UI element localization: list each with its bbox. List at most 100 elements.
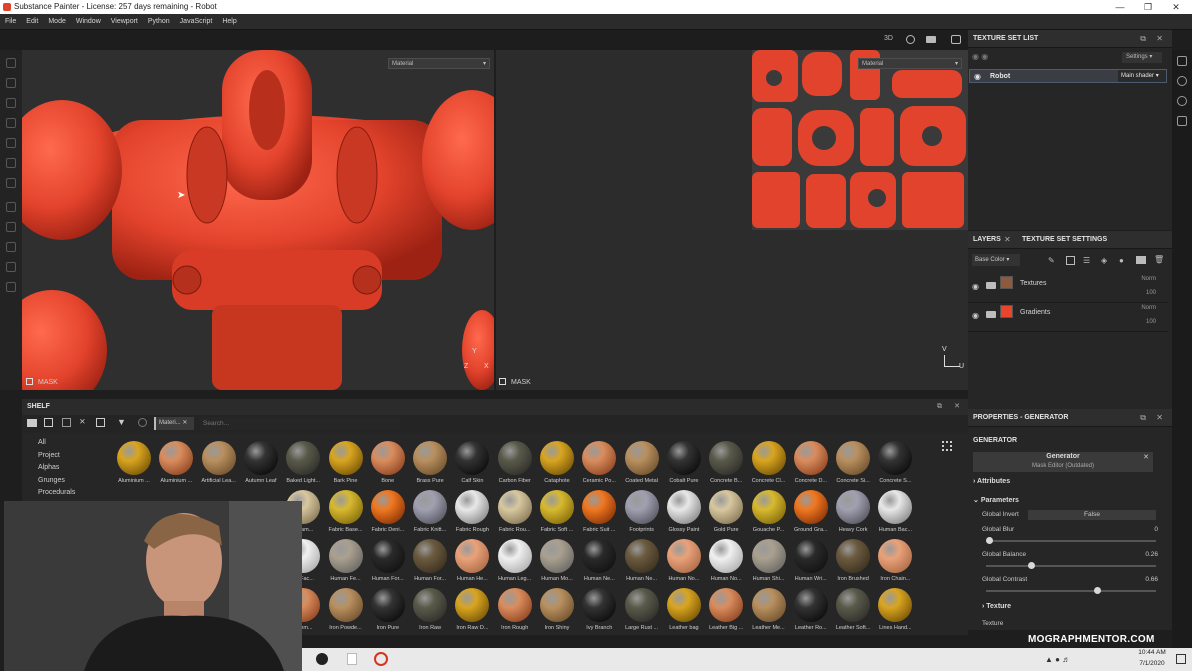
folder-icon[interactable]: [27, 419, 37, 427]
material-item[interactable]: Human No...: [706, 539, 746, 585]
minimize-icon[interactable]: —: [1106, 0, 1134, 14]
material-item[interactable]: Iron Raw D...: [452, 588, 492, 634]
menu-edit[interactable]: Edit: [21, 14, 43, 30]
generator-selector[interactable]: Generator Mask Editor (Outdated) ✕: [973, 452, 1153, 472]
global-blur-slider[interactable]: [986, 537, 1156, 544]
log-icon[interactable]: [1177, 116, 1187, 126]
material-item[interactable]: Human Wri...: [791, 539, 831, 585]
close-tab-icon[interactable]: ✕: [1004, 231, 1011, 249]
material-item[interactable]: Glossy Paint: [664, 490, 704, 536]
layer-opacity[interactable]: 100: [1146, 319, 1156, 325]
viewport2d-mask-toggle[interactable]: MASK: [499, 378, 531, 387]
material-item[interactable]: Brass Pure: [410, 441, 450, 487]
category-grunges[interactable]: Grunges: [32, 475, 108, 488]
material-item[interactable]: Leather bag: [664, 588, 704, 634]
material-item[interactable]: Human Mo...: [537, 539, 577, 585]
viewport3d-mask-toggle[interactable]: MASK: [26, 378, 58, 387]
bake-icon[interactable]: [6, 242, 16, 252]
material-item[interactable]: Iron Powde...: [326, 588, 366, 634]
material-item[interactable]: Fabric Rough: [452, 490, 492, 536]
eraser-icon[interactable]: [6, 78, 16, 88]
clone-icon[interactable]: [6, 158, 16, 168]
material-item[interactable]: Ground Gra...: [791, 490, 831, 536]
material-item[interactable]: Concrete S...: [875, 441, 915, 487]
smudge-icon[interactable]: [6, 138, 16, 148]
material-item[interactable]: Carbon Fiber: [495, 441, 535, 487]
paint-brush-icon[interactable]: [6, 58, 16, 68]
add-fill-layer-icon[interactable]: ◈: [1101, 256, 1107, 265]
global-contrast-slider[interactable]: [986, 587, 1156, 594]
material-item[interactable]: Cobalt Pure: [664, 441, 704, 487]
delete-layer-icon[interactable]: 🗑: [1154, 255, 1164, 264]
layer-row-gradients[interactable]: ◉ Gradients Norm 100: [968, 303, 1168, 332]
channel-dropdown[interactable]: Base Color ▾: [972, 254, 1020, 266]
clear-icon[interactable]: ✕: [1143, 453, 1149, 461]
viewport2d-channel-dropdown[interactable]: Material ▾: [858, 58, 962, 69]
global-invert-dropdown[interactable]: False: [1028, 510, 1156, 520]
slider-knob[interactable]: [1028, 562, 1036, 569]
material-item[interactable]: Coated Metal: [622, 441, 662, 487]
system-tray-icons[interactable]: ▲ ● ♬: [1045, 655, 1070, 664]
settings-gear-icon[interactable]: [6, 202, 16, 212]
taskbar-date[interactable]: 7/1/2020: [1132, 660, 1172, 667]
material-item[interactable]: Leather Ro...: [791, 588, 831, 634]
material-item[interactable]: Gold Pure: [706, 490, 746, 536]
menu-viewport[interactable]: Viewport: [106, 14, 143, 30]
taskbar-time[interactable]: 10:44 AM: [1132, 649, 1172, 656]
filter-icon[interactable]: ▼: [117, 417, 126, 427]
close-icon[interactable]: ✕: [1162, 0, 1190, 14]
material-item[interactable]: Artificial Lea...: [199, 441, 239, 487]
layer-opacity[interactable]: 100: [1146, 290, 1156, 296]
hide-icon[interactable]: ⨯: [79, 417, 86, 426]
material-item[interactable]: Iron Pure: [368, 588, 408, 634]
material-item[interactable]: Heavy Cork: [833, 490, 873, 536]
material-item[interactable]: Human Bac...: [875, 490, 915, 536]
blend-mode[interactable]: Norm: [1141, 276, 1156, 282]
slider-knob[interactable]: [1093, 587, 1101, 594]
float-icon[interactable]: ⧉: [1140, 30, 1146, 48]
material-item[interactable]: Human Ne...: [622, 539, 662, 585]
material-item[interactable]: Human Shi...: [749, 539, 789, 585]
material-item[interactable]: Human For...: [410, 539, 450, 585]
import-icon[interactable]: [62, 418, 71, 427]
material-item[interactable]: Human Leg...: [495, 539, 535, 585]
material-item[interactable]: Fabric Suit ...: [579, 490, 619, 536]
material-item[interactable]: Iron Shiny: [537, 588, 577, 634]
material-item[interactable]: Leather Soft...: [833, 588, 873, 634]
material-item[interactable]: Fabric Deni...: [368, 490, 408, 536]
python-icon[interactable]: [6, 262, 16, 272]
material-item[interactable]: Iron Chain...: [875, 539, 915, 585]
texture-set-icon[interactable]: [1177, 56, 1187, 66]
menu-window[interactable]: Window: [71, 14, 106, 30]
material-item[interactable]: Ivy Branch: [579, 588, 619, 634]
attributes-toggle[interactable]: › Attributes: [973, 478, 1010, 485]
projection-icon[interactable]: [6, 98, 16, 108]
add-effect-icon[interactable]: ✎: [1048, 256, 1055, 265]
global-balance-value[interactable]: 0.26: [1145, 551, 1158, 558]
notifications-icon[interactable]: [1176, 654, 1186, 664]
material-item[interactable]: Leather Big ...: [706, 588, 746, 634]
material-item[interactable]: Iron Rough: [495, 588, 535, 634]
menu-javascript[interactable]: JavaScript: [175, 14, 218, 30]
view-mode-icon[interactable]: 3D: [884, 35, 893, 42]
grid-view-icon[interactable]: [942, 441, 952, 451]
material-item[interactable]: Gouache P...: [749, 490, 789, 536]
taskbar-app-icon[interactable]: [316, 653, 328, 665]
material-item[interactable]: Concrete D...: [791, 441, 831, 487]
taskbar-substance-icon[interactable]: [374, 652, 388, 666]
category-all[interactable]: All: [32, 437, 108, 450]
material-item[interactable]: Fabric Soft ...: [537, 490, 577, 536]
tab-layers[interactable]: LAYERS: [973, 236, 1001, 243]
material-item[interactable]: Cataphote: [537, 441, 577, 487]
restore-icon[interactable]: ❐: [1134, 0, 1162, 14]
add-layer-icon[interactable]: ☰: [1083, 256, 1090, 265]
material-item[interactable]: Ceramic Po...: [579, 441, 619, 487]
add-smart-material-icon[interactable]: ●: [1119, 256, 1124, 265]
shader-dropdown[interactable]: Main shader ▾: [1118, 70, 1166, 82]
category-alphas[interactable]: Alphas: [32, 462, 108, 475]
category-project[interactable]: Project: [32, 450, 108, 463]
global-balance-slider[interactable]: [986, 562, 1156, 569]
slider-knob[interactable]: [986, 537, 993, 544]
new-shelf-icon[interactable]: [44, 418, 53, 427]
category-procedurals[interactable]: Procedurals: [32, 487, 108, 500]
